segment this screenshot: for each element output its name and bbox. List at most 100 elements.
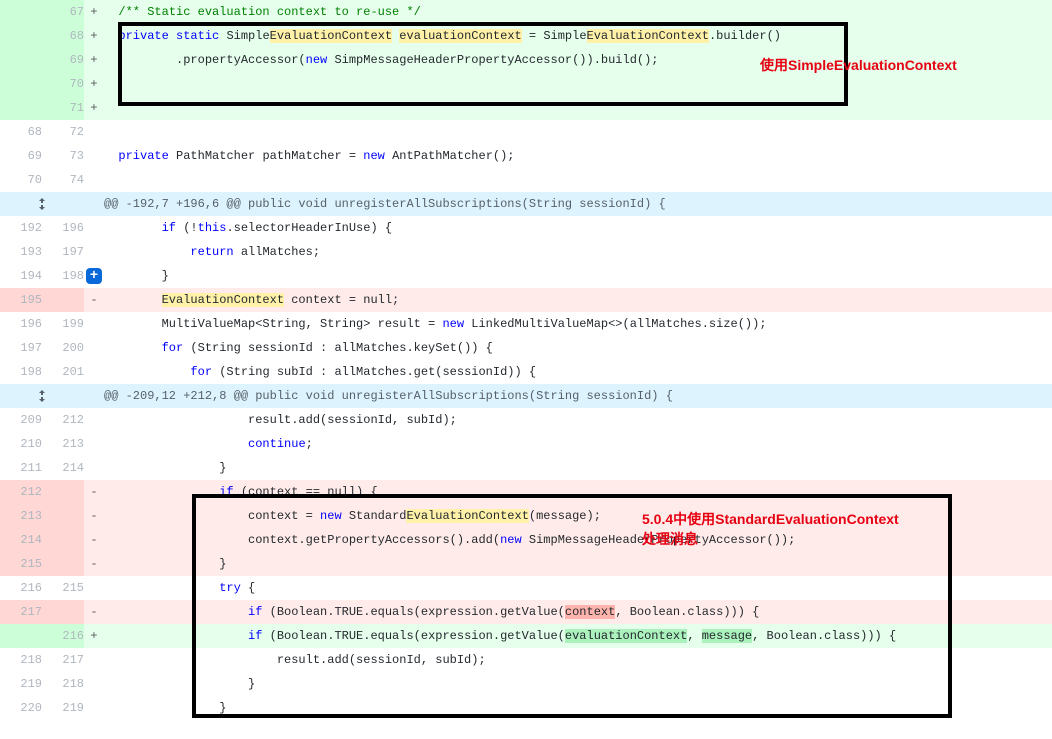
line-num-new: 201 [42, 360, 84, 384]
line-num-new: 213 [42, 432, 84, 456]
code-cell: } [104, 672, 1052, 696]
line-num-new: 198 [42, 264, 84, 288]
diff-marker [84, 120, 104, 144]
expand-icon [34, 388, 50, 404]
line-num-new: 212 [42, 408, 84, 432]
line-num-old [0, 24, 42, 48]
line-num-old [0, 72, 42, 96]
line-num-new [42, 288, 84, 312]
line-num-old: 197 [0, 336, 42, 360]
code-cell: } [104, 552, 1052, 576]
line-num-new [42, 528, 84, 552]
diff-line: 216 215 try { [0, 576, 1052, 600]
code-cell: context.getPropertyAccessors().add(new S… [104, 528, 1052, 552]
line-num-new: 216 [42, 624, 84, 648]
diff-marker: + [84, 624, 104, 648]
diff-line: 193 197 return allMatches; [0, 240, 1052, 264]
diff-line: 68 72 [0, 120, 1052, 144]
diff-line: 210 213 continue; [0, 432, 1052, 456]
diff-marker: - [84, 552, 104, 576]
code-cell: continue; [104, 432, 1052, 456]
diff-marker [84, 696, 104, 720]
code-cell: private static SimpleEvaluationContext e… [104, 24, 1052, 48]
code-cell [104, 120, 1052, 144]
annotation-text-2: 5.0.4中使用StandardEvaluationContext 处理消息 [642, 510, 899, 549]
line-num-old [0, 48, 42, 72]
diff-line: 218 217 result.add(sessionId, subId); [0, 648, 1052, 672]
diff-line: 216 + if (Boolean.TRUE.equals(expression… [0, 624, 1052, 648]
code-cell: context = new StandardEvaluationContext(… [104, 504, 1052, 528]
code-cell: result.add(sessionId, subId); [104, 408, 1052, 432]
diff-marker [84, 168, 104, 192]
code-cell: } [104, 456, 1052, 480]
line-num-old: 215 [0, 552, 42, 576]
diff-marker: + [84, 0, 104, 24]
line-num-old: 198 [0, 360, 42, 384]
diff-marker: - [84, 528, 104, 552]
line-num-old [0, 0, 42, 24]
line-num-old: 212 [0, 480, 42, 504]
code-cell: /** Static evaluation context to re-use … [104, 0, 1052, 24]
diff-marker [84, 672, 104, 696]
diff-marker: + [84, 264, 104, 288]
diff-marker: + [84, 48, 104, 72]
line-num-new: 69 [42, 48, 84, 72]
diff-marker [84, 240, 104, 264]
code-cell: MultiValueMap<String, String> result = n… [104, 312, 1052, 336]
diff-marker [84, 360, 104, 384]
line-num-old: 194 [0, 264, 42, 288]
code-cell [104, 72, 1052, 96]
code-cell: if (context == null) { [104, 480, 1052, 504]
code-cell: } [104, 696, 1052, 720]
line-num-new: 214 [42, 456, 84, 480]
add-comment-button[interactable]: + [86, 268, 102, 284]
line-num-new: 73 [42, 144, 84, 168]
hunk-header: @@ -209,12 +212,8 @@ public void unregis… [0, 384, 1052, 408]
diff-line: 192 196 if (!this.selectorHeaderInUse) { [0, 216, 1052, 240]
line-num-new: 72 [42, 120, 84, 144]
line-num-old: 69 [0, 144, 42, 168]
annotation-text-1: 使用SimpleEvaluationContext [760, 56, 957, 76]
diff-line: 68 + private static SimpleEvaluationCont… [0, 24, 1052, 48]
annotation-text-2-line1: 5.0.4中使用StandardEvaluationContext [642, 511, 899, 527]
diff-marker [84, 432, 104, 456]
line-num-old: 209 [0, 408, 42, 432]
line-num-old: 196 [0, 312, 42, 336]
diff-line: 67 + /** Static evaluation context to re… [0, 0, 1052, 24]
line-num-old: 211 [0, 456, 42, 480]
code-cell [104, 96, 1052, 120]
line-num-old [0, 624, 42, 648]
diff-line: 220 219 } [0, 696, 1052, 720]
expand-cell[interactable] [0, 384, 84, 408]
diff-marker: + [84, 96, 104, 120]
line-num-new [42, 504, 84, 528]
line-num-new: 74 [42, 168, 84, 192]
diff-marker [84, 408, 104, 432]
code-cell: if (Boolean.TRUE.equals(expression.getVa… [104, 624, 1052, 648]
diff-line: 70 + [0, 72, 1052, 96]
line-num-old: 210 [0, 432, 42, 456]
diff-table: 67 + /** Static evaluation context to re… [0, 0, 1052, 720]
code-cell: if (Boolean.TRUE.equals(expression.getVa… [104, 600, 1052, 624]
hunk-text: @@ -192,7 +196,6 @@ public void unregist… [104, 192, 1052, 216]
annotation-text-2-line2: 处理消息 [642, 531, 698, 547]
line-num-new: 68 [42, 24, 84, 48]
line-num-old: 216 [0, 576, 42, 600]
diff-line: 196 199 MultiValueMap<String, String> re… [0, 312, 1052, 336]
line-num-old [0, 96, 42, 120]
diff-view: 使用SimpleEvaluationContext 5.0.4中使用Standa… [0, 0, 1052, 720]
line-num-new: 71 [42, 96, 84, 120]
line-num-new: 200 [42, 336, 84, 360]
expand-cell[interactable] [0, 192, 84, 216]
line-num-new [42, 600, 84, 624]
line-num-new: 196 [42, 216, 84, 240]
line-num-old: 195 [0, 288, 42, 312]
code-cell: for (String subId : allMatches.get(sessi… [104, 360, 1052, 384]
diff-line: 198 201 for (String subId : allMatches.g… [0, 360, 1052, 384]
diff-line: 217 - if (Boolean.TRUE.equals(expression… [0, 600, 1052, 624]
diff-line: 219 218 } [0, 672, 1052, 696]
diff-line: 212 - if (context == null) { [0, 480, 1052, 504]
diff-line: 209 212 result.add(sessionId, subId); [0, 408, 1052, 432]
code-cell: } [104, 264, 1052, 288]
line-num-old: 192 [0, 216, 42, 240]
